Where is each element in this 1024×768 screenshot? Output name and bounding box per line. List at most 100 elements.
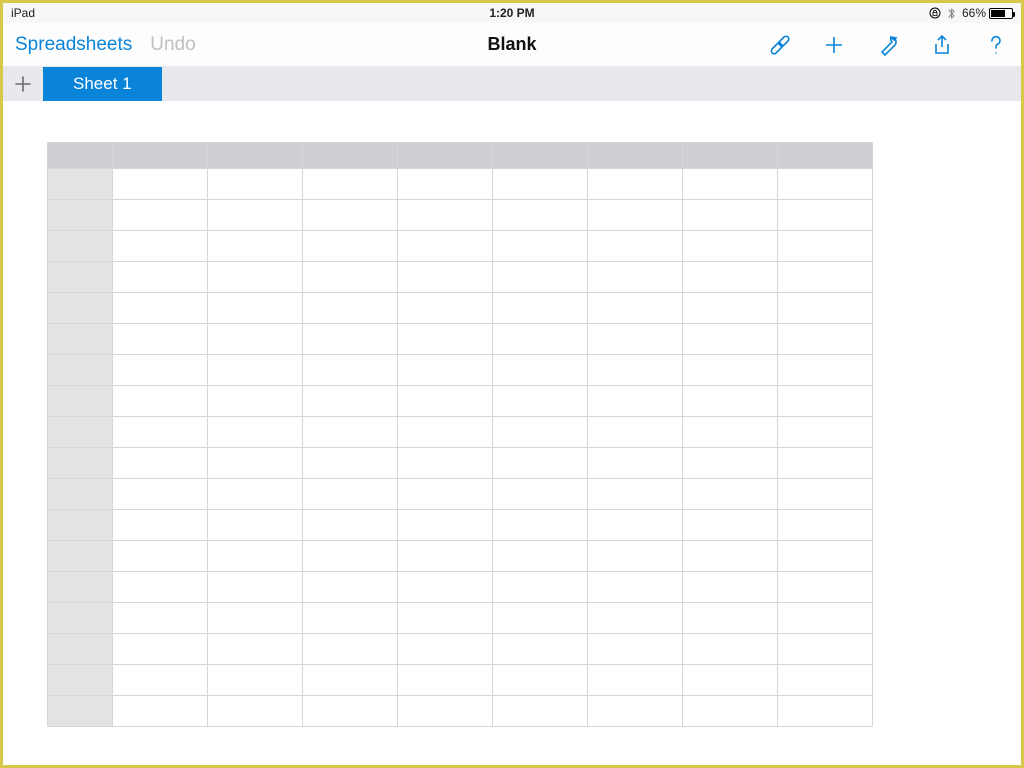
cell[interactable] [398, 510, 493, 541]
add-icon[interactable] [821, 32, 847, 58]
cell[interactable] [208, 541, 303, 572]
cell[interactable] [683, 324, 778, 355]
cell[interactable] [778, 634, 873, 665]
cell[interactable] [208, 603, 303, 634]
cell[interactable] [303, 386, 398, 417]
column-header[interactable] [398, 143, 493, 169]
cell[interactable] [493, 293, 588, 324]
cell[interactable] [493, 386, 588, 417]
cell[interactable] [303, 355, 398, 386]
cell[interactable] [113, 355, 208, 386]
cell[interactable] [683, 169, 778, 200]
cell[interactable] [398, 479, 493, 510]
share-icon[interactable] [929, 32, 955, 58]
cell[interactable] [398, 541, 493, 572]
cell[interactable] [398, 324, 493, 355]
cell[interactable] [208, 417, 303, 448]
cell[interactable] [303, 293, 398, 324]
cell[interactable] [493, 262, 588, 293]
cell[interactable] [493, 200, 588, 231]
row-header[interactable] [48, 324, 113, 355]
cell[interactable] [303, 572, 398, 603]
cell[interactable] [113, 200, 208, 231]
cell[interactable] [588, 417, 683, 448]
cell[interactable] [303, 541, 398, 572]
cell[interactable] [588, 541, 683, 572]
cell[interactable] [303, 231, 398, 262]
cell[interactable] [778, 200, 873, 231]
column-header[interactable] [683, 143, 778, 169]
cell[interactable] [683, 355, 778, 386]
cell[interactable] [683, 665, 778, 696]
cell[interactable] [113, 448, 208, 479]
cell[interactable] [303, 417, 398, 448]
column-header[interactable] [778, 143, 873, 169]
cell[interactable] [113, 572, 208, 603]
row-header[interactable] [48, 510, 113, 541]
cell[interactable] [683, 696, 778, 727]
row-header[interactable] [48, 696, 113, 727]
cell[interactable] [778, 541, 873, 572]
cell[interactable] [303, 634, 398, 665]
cell[interactable] [208, 293, 303, 324]
cell[interactable] [778, 355, 873, 386]
cell[interactable] [778, 510, 873, 541]
row-header[interactable] [48, 386, 113, 417]
column-header-row[interactable] [48, 143, 873, 169]
cell[interactable] [113, 696, 208, 727]
cell[interactable] [683, 603, 778, 634]
cell[interactable] [398, 665, 493, 696]
cell[interactable] [303, 479, 398, 510]
cell[interactable] [778, 386, 873, 417]
cell[interactable] [778, 293, 873, 324]
cell[interactable] [778, 448, 873, 479]
cell[interactable] [208, 572, 303, 603]
cell[interactable] [303, 603, 398, 634]
sheet-canvas[interactable] [3, 104, 1021, 765]
cell[interactable] [398, 603, 493, 634]
cell[interactable] [113, 603, 208, 634]
cell[interactable] [208, 665, 303, 696]
cell[interactable] [493, 541, 588, 572]
row-header[interactable] [48, 479, 113, 510]
cell[interactable] [208, 634, 303, 665]
row-header[interactable] [48, 541, 113, 572]
cell[interactable] [493, 696, 588, 727]
cell[interactable] [113, 541, 208, 572]
cell[interactable] [493, 231, 588, 262]
cell[interactable] [303, 169, 398, 200]
cell[interactable] [208, 262, 303, 293]
back-spreadsheets-button[interactable]: Spreadsheets [15, 34, 132, 56]
cell[interactable] [493, 324, 588, 355]
help-icon[interactable] [983, 32, 1009, 58]
cell[interactable] [398, 634, 493, 665]
row-header[interactable] [48, 355, 113, 386]
cell[interactable] [113, 510, 208, 541]
cell[interactable] [493, 510, 588, 541]
cell[interactable] [208, 386, 303, 417]
cell[interactable] [493, 417, 588, 448]
cell[interactable] [303, 324, 398, 355]
add-sheet-button[interactable] [3, 67, 43, 101]
row-header[interactable] [48, 169, 113, 200]
format-brush-icon[interactable] [767, 32, 793, 58]
row-header[interactable] [48, 293, 113, 324]
cell[interactable] [493, 603, 588, 634]
cell[interactable] [588, 355, 683, 386]
cell[interactable] [398, 262, 493, 293]
cell[interactable] [398, 386, 493, 417]
cell[interactable] [113, 665, 208, 696]
cell[interactable] [778, 169, 873, 200]
cell[interactable] [113, 386, 208, 417]
cell[interactable] [778, 479, 873, 510]
cell[interactable] [778, 572, 873, 603]
row-header[interactable] [48, 665, 113, 696]
row-header[interactable] [48, 417, 113, 448]
cell[interactable] [493, 355, 588, 386]
cell[interactable] [113, 231, 208, 262]
column-header[interactable] [303, 143, 398, 169]
cell[interactable] [303, 200, 398, 231]
undo-button[interactable]: Undo [150, 34, 195, 56]
cell[interactable] [208, 200, 303, 231]
row-header[interactable] [48, 200, 113, 231]
